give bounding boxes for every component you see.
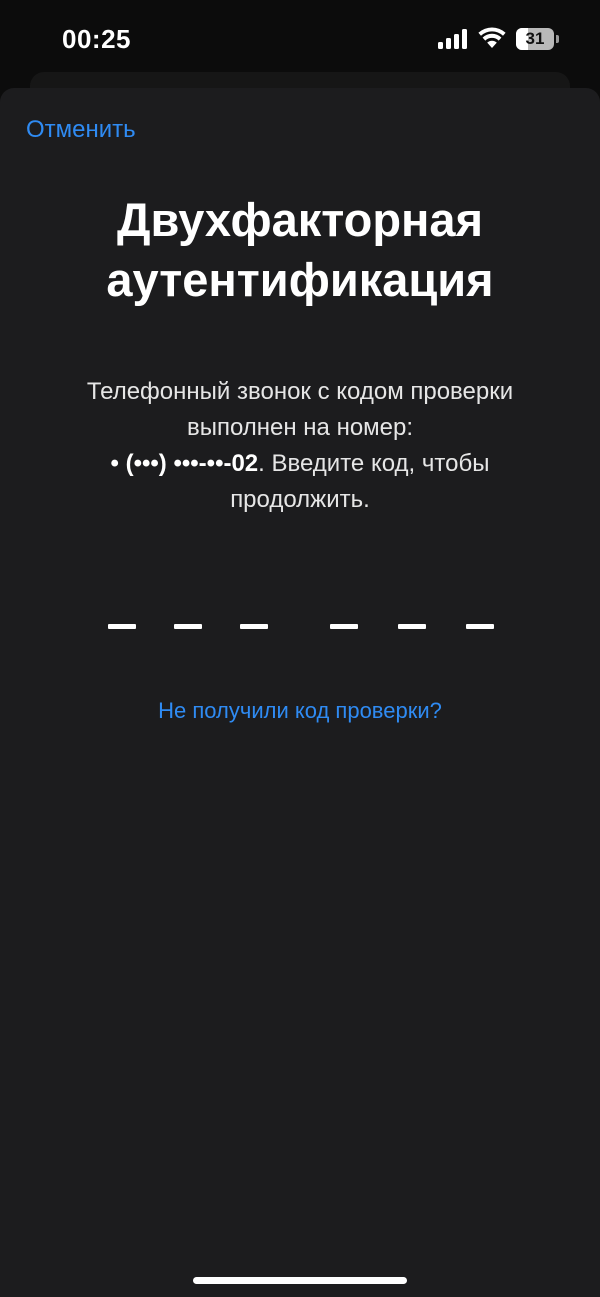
- two-factor-sheet: Отменить Двухфакторная аутентификация Те…: [0, 88, 600, 1297]
- cancel-button[interactable]: Отменить: [26, 116, 136, 144]
- screen: 00:25 31 Отменить Двухфакторная аутентиф…: [0, 0, 600, 1297]
- battery-icon: 31: [516, 28, 560, 50]
- status-time: 00:25: [62, 24, 131, 54]
- page-title: Двухфакторная аутентификация: [40, 190, 560, 310]
- description-line-1: Телефонный звонок с кодом проверки: [86, 378, 514, 405]
- battery-level: 31: [525, 29, 545, 48]
- resend-code-link[interactable]: Не получили код проверки?: [0, 698, 600, 724]
- code-digit-slot-6[interactable]: [466, 624, 494, 629]
- page-title-line-1: Двухфакторная: [117, 193, 483, 246]
- signal-icon: [438, 29, 468, 49]
- page-title-line-2: аутентификация: [106, 253, 494, 306]
- code-digit-slot-1[interactable]: [108, 624, 136, 629]
- description-line-3: • (•••) •••-••-02. Введите код, чтобы: [40, 446, 560, 482]
- code-digit-slot-2[interactable]: [174, 624, 202, 629]
- wifi-icon: [478, 27, 506, 48]
- masked-phone-number: • (•••) •••-••-02: [110, 450, 259, 477]
- code-digit-slot-4[interactable]: [330, 624, 358, 629]
- description-line-3-suffix: . Введите код, чтобы: [258, 450, 490, 477]
- status-bar: 00:25 31: [0, 0, 600, 82]
- description-line-2: выполнен на номер:: [186, 414, 414, 441]
- home-indicator[interactable]: [193, 1277, 407, 1284]
- verification-code-input[interactable]: [0, 624, 600, 638]
- code-digit-slot-5[interactable]: [398, 624, 426, 629]
- description: Телефонный звонок с кодом проверки выпол…: [40, 374, 560, 518]
- description-line-4: продолжить.: [230, 486, 370, 513]
- code-digit-slot-3[interactable]: [240, 624, 268, 629]
